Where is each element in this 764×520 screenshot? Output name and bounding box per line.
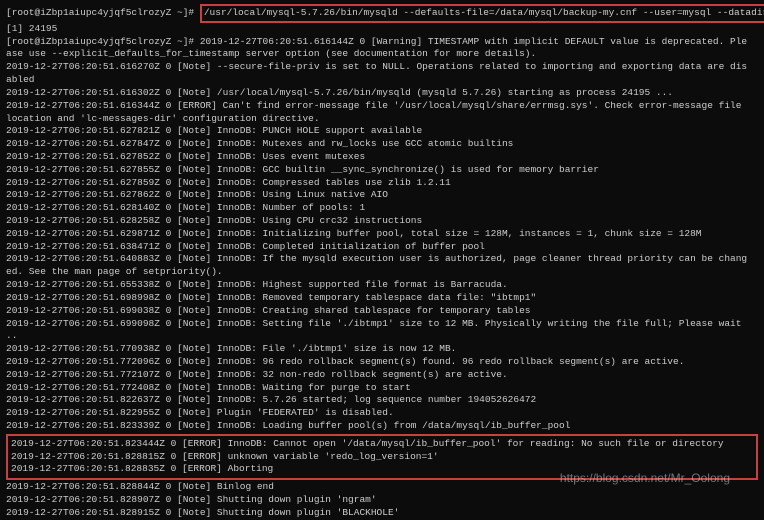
pid-line: [1] 24195 [6,23,758,36]
log-line: 2019-12-27T06:20:51.627862Z 0 [Note] Inn… [6,189,758,202]
log-line: 2019-12-27T06:20:51.828915Z 0 [Note] Shu… [6,507,758,520]
prompt-line: [root@iZbp1aiupc4yjqf5clrozyZ ~]# 2019-1… [6,36,758,49]
log-line: 2019-12-27T06:20:51.629871Z 0 [Note] Inn… [6,228,758,241]
log-block-post: 2019-12-27T06:20:51.828844Z 0 [Note] Bin… [6,481,758,519]
log-line: 2019-12-27T06:20:51.616302Z 0 [Note] /us… [6,87,758,100]
log-block-pre: ase use --explicit_defaults_for_timestam… [6,48,758,432]
log-line: 2019-12-27T06:20:51.772107Z 0 [Note] Inn… [6,369,758,382]
log-line: .. [6,330,758,343]
log-line: 2019-12-27T06:20:51.628258Z 0 [Note] Inn… [6,215,758,228]
log-text: 2019-12-27T06:20:51.616144Z 0 [Warning] … [200,36,747,47]
log-line: location and 'lc-messages-dir' configura… [6,113,758,126]
log-line: 2019-12-27T06:20:51.655338Z 0 [Note] Inn… [6,279,758,292]
error-line: 2019-12-27T06:20:51.828815Z 0 [ERROR] un… [11,451,753,464]
log-line: 2019-12-27T06:20:51.616344Z 0 [ERROR] Ca… [6,100,758,113]
log-line: 2019-12-27T06:20:51.823339Z 0 [Note] Inn… [6,420,758,433]
command-line: [root@iZbp1aiupc4yjqf5clrozyZ ~]# /usr/l… [6,4,758,23]
shell-prompt: [root@iZbp1aiupc4yjqf5clrozyZ ~]# [6,36,200,47]
log-line: 2019-12-27T06:20:51.828907Z 0 [Note] Shu… [6,494,758,507]
watermark-text: https://blog.csdn.net/Mr_Oolong [560,470,730,486]
log-line: 2019-12-27T06:20:51.770938Z 0 [Note] Inn… [6,343,758,356]
log-line: 2019-12-27T06:20:51.772096Z 0 [Note] Inn… [6,356,758,369]
log-line: 2019-12-27T06:20:51.699098Z 0 [Note] Inn… [6,318,758,331]
log-line: 2019-12-27T06:20:51.772408Z 0 [Note] Inn… [6,382,758,395]
log-line: 2019-12-27T06:20:51.698998Z 0 [Note] Inn… [6,292,758,305]
highlighted-command: /usr/local/mysql-5.7.26/bin/mysqld --def… [200,4,764,23]
log-line: ase use --explicit_defaults_for_timestam… [6,48,758,61]
log-line: 2019-12-27T06:20:51.699038Z 0 [Note] Inn… [6,305,758,318]
terminal-output: [root@iZbp1aiupc4yjqf5clrozyZ ~]# /usr/l… [6,4,758,520]
log-line: 2019-12-27T06:20:51.627821Z 0 [Note] Inn… [6,125,758,138]
log-line: abled [6,74,758,87]
log-line: 2019-12-27T06:20:51.628140Z 0 [Note] Inn… [6,202,758,215]
log-line: 2019-12-27T06:20:51.616270Z 0 [Note] --s… [6,61,758,74]
log-line: 2019-12-27T06:20:51.627859Z 0 [Note] Inn… [6,177,758,190]
log-line: 2019-12-27T06:20:51.627847Z 0 [Note] Inn… [6,138,758,151]
shell-prompt: [root@iZbp1aiupc4yjqf5clrozyZ ~]# [6,7,200,18]
log-line: 2019-12-27T06:20:51.822637Z 0 [Note] Inn… [6,394,758,407]
error-line: 2019-12-27T06:20:51.823444Z 0 [ERROR] In… [11,438,753,451]
log-line: 2019-12-27T06:20:51.627855Z 0 [Note] Inn… [6,164,758,177]
log-line: 2019-12-27T06:20:51.640883Z 0 [Note] Inn… [6,253,758,266]
log-line: ed. See the man page of setpriority(). [6,266,758,279]
log-line: 2019-12-27T06:20:51.822955Z 0 [Note] Plu… [6,407,758,420]
log-line: 2019-12-27T06:20:51.627852Z 0 [Note] Inn… [6,151,758,164]
log-line: 2019-12-27T06:20:51.638471Z 0 [Note] Inn… [6,241,758,254]
